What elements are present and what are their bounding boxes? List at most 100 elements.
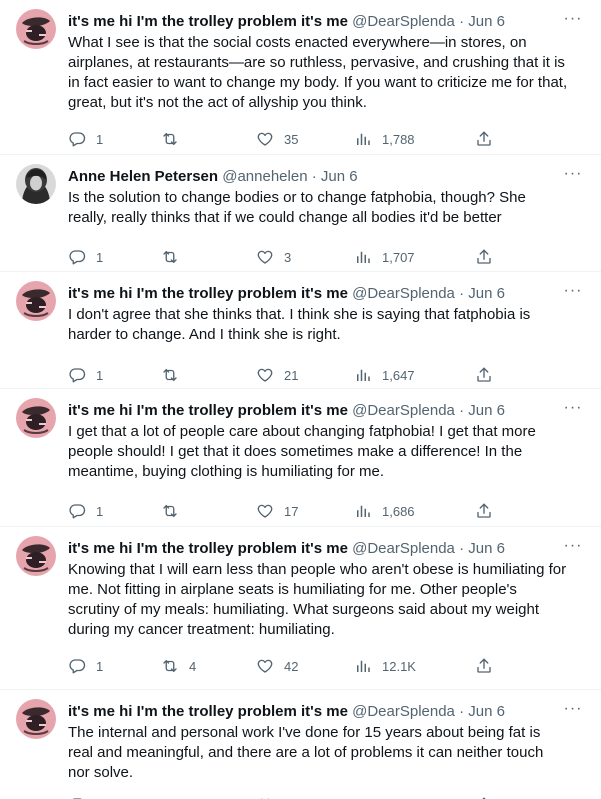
reply-icon	[68, 248, 96, 266]
more-icon[interactable]: ···	[563, 283, 583, 304]
tweet-actions: 1 3 1,707	[68, 247, 498, 267]
views-button[interactable]: 1,647	[354, 365, 415, 385]
tweet-actions: 1 17 1,686	[68, 501, 498, 521]
retweet-button[interactable]	[161, 501, 199, 521]
tweet-date[interactable]: Jun 6	[468, 402, 505, 419]
author-handle[interactable]: @DearSplenda	[352, 402, 455, 419]
tweet-text: Is the solution to change bodies or to c…	[68, 189, 526, 226]
tweet-actions: 1 35 1,788	[68, 129, 498, 149]
author-name[interactable]: it's me hi I'm the trolley problem it's …	[68, 703, 348, 720]
views-icon	[354, 502, 382, 520]
retweet-button[interactable]	[161, 795, 199, 799]
avatar[interactable]	[16, 398, 56, 438]
retweet-button[interactable]	[161, 365, 199, 385]
reply-button[interactable]: 1	[68, 365, 106, 385]
avatar[interactable]	[16, 699, 56, 739]
reply-icon	[68, 130, 96, 148]
tweet[interactable]: it's me hi I'm the trolley problem it's …	[0, 527, 601, 690]
author-name[interactable]: Anne Helen Petersen	[68, 168, 218, 185]
heart-icon	[256, 502, 284, 520]
avatar[interactable]	[16, 281, 56, 321]
retweet-icon	[161, 130, 189, 148]
share-button[interactable]	[475, 501, 503, 521]
share-button[interactable]	[475, 365, 503, 385]
reply-count: 1	[96, 503, 104, 519]
tweet-text: I don't agree that she thinks that. I th…	[68, 306, 531, 343]
like-button[interactable]: 42	[256, 656, 298, 676]
tweet[interactable]: it's me hi I'm the trolley problem it's …	[0, 0, 601, 155]
like-button[interactable]: 21	[256, 365, 298, 385]
retweet-icon	[161, 502, 189, 520]
tweet-date[interactable]: Jun 6	[468, 540, 505, 557]
more-icon[interactable]: ···	[563, 400, 583, 421]
avatar[interactable]	[16, 536, 56, 576]
share-icon	[475, 366, 503, 384]
views-icon	[354, 366, 382, 384]
views-icon	[354, 248, 382, 266]
reply-button[interactable]	[68, 795, 106, 799]
share-button[interactable]	[475, 656, 503, 676]
like-count: 17	[284, 503, 299, 519]
tweet[interactable]: Anne Helen Petersen @annehelen · Jun 6 ··…	[0, 155, 601, 272]
reply-count: 1	[96, 658, 104, 674]
views-button[interactable]: 1,707	[354, 247, 415, 267]
share-icon	[475, 130, 503, 148]
reply-button[interactable]: 1	[68, 656, 106, 676]
view-count: 1,788	[382, 131, 415, 147]
share-icon	[475, 657, 503, 675]
retweet-icon	[161, 366, 189, 384]
like-button[interactable]	[256, 795, 294, 799]
tweet-text: What I see is that the social costs enac…	[68, 34, 568, 111]
reply-button[interactable]: 1	[68, 501, 106, 521]
more-icon[interactable]: ···	[563, 701, 583, 722]
author-handle[interactable]: @DearSplenda	[352, 703, 455, 720]
retweet-button[interactable]	[161, 247, 199, 267]
more-icon[interactable]: ···	[563, 11, 583, 32]
tweet-text: The internal and personal work I've done…	[68, 724, 544, 781]
share-button[interactable]	[475, 795, 503, 799]
views-button[interactable]	[354, 795, 392, 799]
views-button[interactable]: 1,686	[354, 501, 415, 521]
share-icon	[475, 248, 503, 266]
reply-button[interactable]: 1	[68, 129, 106, 149]
tweet-date[interactable]: Jun 6	[468, 285, 505, 302]
tweet-header: it's me hi I'm the trolley problem it's …	[68, 401, 587, 421]
heart-icon	[256, 366, 284, 384]
like-button[interactable]: 17	[256, 501, 298, 521]
tweet[interactable]: it's me hi I'm the trolley problem it's …	[0, 690, 601, 799]
like-button[interactable]: 35	[256, 129, 298, 149]
author-handle[interactable]: @annehelen	[222, 168, 307, 185]
like-button[interactable]: 3	[256, 247, 294, 267]
view-count: 1,686	[382, 503, 415, 519]
author-name[interactable]: it's me hi I'm the trolley problem it's …	[68, 285, 348, 302]
author-handle[interactable]: @DearSplenda	[352, 285, 455, 302]
like-count: 35	[284, 131, 299, 147]
tweet[interactable]: it's me hi I'm the trolley problem it's …	[0, 389, 601, 527]
retweet-button[interactable]	[161, 129, 199, 149]
retweet-count: 4	[189, 658, 197, 674]
reply-button[interactable]: 1	[68, 247, 106, 267]
share-button[interactable]	[475, 247, 503, 267]
tweet-date[interactable]: Jun 6	[468, 703, 505, 720]
tweet[interactable]: it's me hi I'm the trolley problem it's …	[0, 272, 601, 389]
avatar[interactable]	[16, 164, 56, 204]
author-handle[interactable]: @DearSplenda	[352, 540, 455, 557]
tweet-header: it's me hi I'm the trolley problem it's …	[68, 539, 587, 559]
reply-count: 1	[96, 131, 104, 147]
author-name[interactable]: it's me hi I'm the trolley problem it's …	[68, 540, 348, 557]
more-icon[interactable]: ···	[563, 166, 583, 187]
retweet-button[interactable]: 4	[161, 656, 199, 676]
author-handle[interactable]: @DearSplenda	[352, 13, 455, 30]
share-icon	[475, 502, 503, 520]
author-name[interactable]: it's me hi I'm the trolley problem it's …	[68, 13, 348, 30]
views-button[interactable]: 1,788	[354, 129, 415, 149]
tweet-date[interactable]: Jun 6	[321, 168, 358, 185]
tweet-header: Anne Helen Petersen @annehelen · Jun 6	[68, 167, 587, 187]
author-name[interactable]: it's me hi I'm the trolley problem it's …	[68, 402, 348, 419]
like-count: 42	[284, 658, 299, 674]
views-button[interactable]: 12.1K	[354, 656, 416, 676]
tweet-date[interactable]: Jun 6	[468, 13, 505, 30]
share-button[interactable]	[475, 129, 503, 149]
more-icon[interactable]: ···	[563, 538, 583, 559]
avatar[interactable]	[16, 9, 56, 49]
